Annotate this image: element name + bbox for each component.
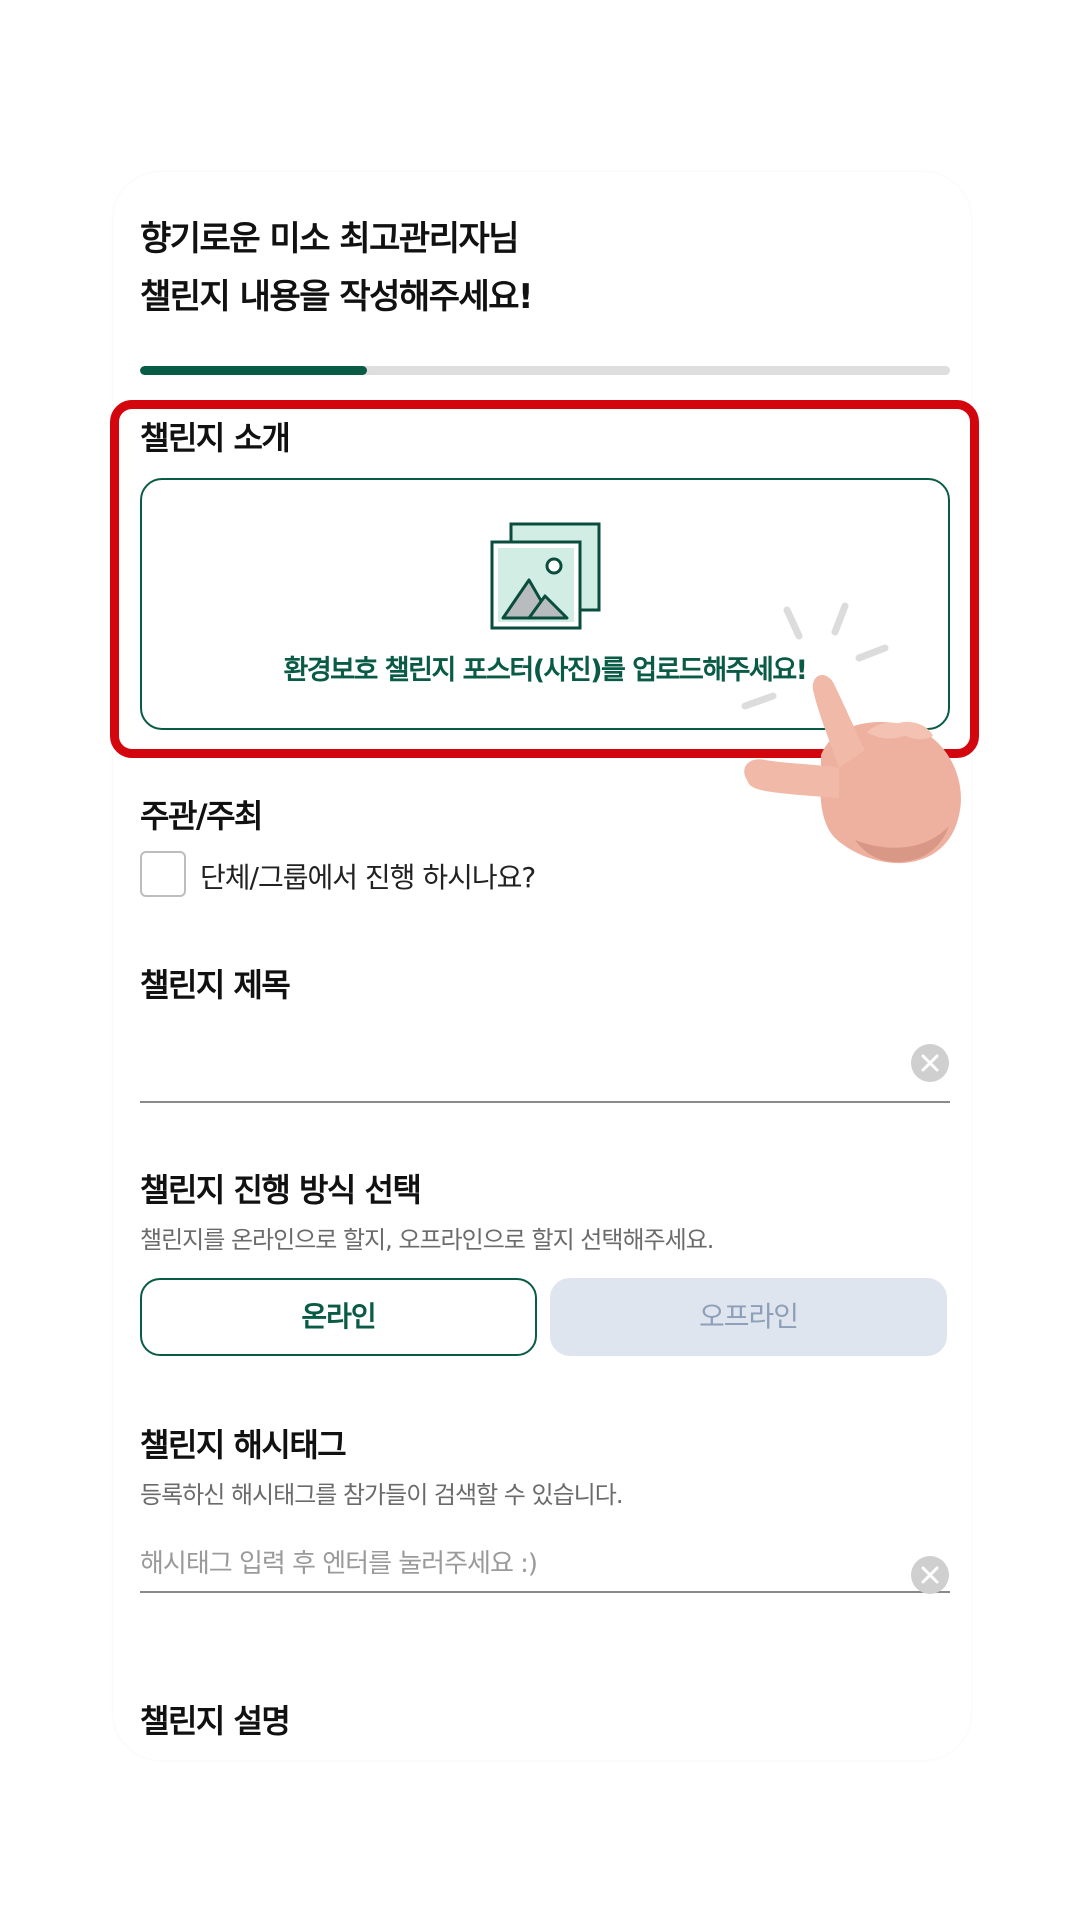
pointing-hand-icon — [735, 590, 995, 874]
clear-icon — [921, 1054, 939, 1072]
offline-button[interactable]: 오프라인 — [550, 1278, 947, 1356]
page-title: 향기로운 미소 최고관리자님 챌린지 내용을 작성해주세요! — [140, 210, 940, 326]
method-section-title: 챌린지 진행 방식 선택 — [140, 1171, 422, 1209]
group-checkbox-label[interactable]: 단체/그룹에서 진행 하시나요? — [200, 856, 536, 896]
greeting-line: 향기로운 미소 최고관리자님 — [140, 219, 520, 259]
hashtag-section-title: 챌린지 해시태그 — [140, 1426, 347, 1464]
host-section-title: 주관/주최 — [140, 797, 263, 835]
title-section-title: 챌린지 제목 — [140, 966, 291, 1004]
hashtag-description: 등록하신 해시태그를 참가들이 검색할 수 있습니다. — [140, 1481, 623, 1509]
progress-bar — [140, 366, 950, 375]
online-button[interactable]: 온라인 — [140, 1278, 537, 1356]
challenge-title-input[interactable] — [140, 1047, 950, 1103]
clear-hashtag-button[interactable] — [911, 1556, 949, 1594]
progress-fill — [140, 366, 367, 375]
clear-title-button[interactable] — [911, 1044, 949, 1082]
clear-icon — [921, 1566, 939, 1584]
hashtag-input[interactable] — [140, 1537, 950, 1593]
instruction-line: 챌린지 내용을 작성해주세요! — [140, 277, 534, 317]
description-section-title: 챌린지 설명 — [140, 1702, 291, 1740]
method-description: 챌린지를 온라인으로 할지, 오프라인으로 할지 선택해주세요. — [140, 1226, 714, 1254]
group-checkbox[interactable] — [140, 851, 186, 897]
